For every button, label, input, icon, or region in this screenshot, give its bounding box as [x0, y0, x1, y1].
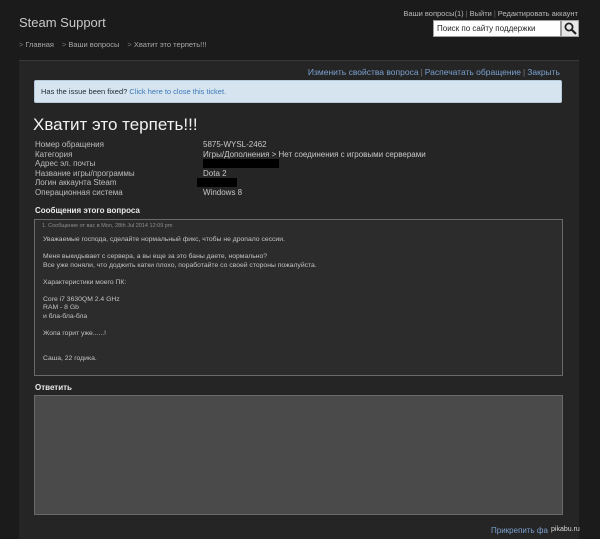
info-label: Логин аккаунта Steam — [35, 178, 117, 187]
close-link[interactable]: Закрыть — [527, 67, 560, 77]
messages-heading: Сообщения этого вопроса — [35, 206, 140, 215]
message-body: Уважаемые господа, сделайте нормальный ф… — [42, 236, 555, 364]
issue-fixed-notice: Has the issue been fixed? Click here to … — [34, 80, 562, 103]
info-row-login: Логин аккаунта Steam — [35, 178, 426, 188]
search-box: Поиск по сайту поддержки — [433, 20, 579, 37]
my-questions-link[interactable]: Ваши вопросы(1) — [403, 9, 463, 18]
watermark: pikabu.ru — [551, 526, 580, 533]
search-icon — [564, 22, 577, 35]
reply-textarea[interactable] — [34, 395, 563, 515]
info-label: Категория — [35, 149, 73, 159]
ticket-os: Windows 8 — [203, 187, 243, 197]
reply-heading: Ответить — [35, 383, 72, 392]
edit-properties-link[interactable]: Изменить свойства вопроса — [308, 67, 419, 77]
search-button[interactable] — [561, 20, 579, 37]
site-title[interactable]: Steam Support — [19, 15, 106, 30]
info-label: Название игры/программы — [35, 168, 135, 178]
message-line: Все уже поняли, что доджить катки плохо,… — [43, 261, 317, 269]
ticket-actions: Изменить свойства вопроса | Распечатать об… — [307, 67, 560, 77]
breadcrumb-label: Главная — [25, 40, 54, 49]
message-line: Саша, 22 годика. — [43, 355, 97, 362]
message-line: Уважаемые господа, сделайте нормальный ф… — [43, 236, 285, 243]
message-line: Core i7 3630QM 2.4 GHz — [43, 295, 120, 303]
message-line: Меня выкидывает с сервера, а вы еще за э… — [43, 253, 268, 260]
top-bar: Steam Support Ваши вопросы(1) | Выйти | Реда… — [0, 0, 600, 60]
message-line: RAM - 8 Gb — [43, 304, 79, 311]
ticket-number: 5875-WYSL-2462 — [203, 140, 267, 149]
ticket-info: Номер обращения 5875-WYSL-2462 Категория… — [35, 140, 426, 197]
info-row-email: Адрес эл. почты — [35, 159, 426, 169]
login-redacted — [197, 178, 237, 188]
ticket-panel: Изменить свойства вопроса | Распечатать об… — [19, 60, 579, 539]
breadcrumb-item-current[interactable]: > Хватит это терпеть!!! — [127, 40, 206, 49]
message-meta: 1. Сообщение от вас в Mon, 28th Jul 2014… — [42, 223, 173, 229]
breadcrumb-item-questions[interactable]: > Ваши вопросы — [62, 40, 119, 49]
message-line: Характеристики моего ПК: — [43, 278, 127, 286]
edit-account-link[interactable]: Редактировать аккаунт — [498, 9, 578, 18]
ticket-game: Dota 2 — [203, 168, 227, 178]
notice-question: Has the issue been fixed? — [41, 87, 128, 96]
message-line: и бла-бла-бла — [43, 312, 88, 320]
message-line: Жопа горит уже......! — [43, 329, 107, 337]
breadcrumb-label: Ваши вопросы — [68, 40, 120, 49]
messages-list[interactable]: 1. Сообщение от вас в Mon, 28th Jul 2014… — [34, 219, 563, 376]
close-ticket-link[interactable]: Click here to close this ticket. — [129, 87, 226, 96]
attach-file-link[interactable]: Прикрепить фа — [491, 526, 548, 535]
print-link[interactable]: Распечатать обращение — [425, 67, 521, 77]
search-input[interactable]: Поиск по сайту поддержки — [433, 20, 561, 37]
info-row-category: Категория Игры/Дополнения > Нет соединен… — [35, 150, 426, 160]
info-row-game: Название игры/программы Dota 2 — [35, 169, 426, 179]
breadcrumb-label: Хватит это терпеть!!! — [133, 40, 207, 49]
account-links: Ваши вопросы(1) | Выйти | Редактировать акка… — [403, 9, 578, 18]
ticket-category: Игры/Дополнения > Нет соединения с игров… — [203, 149, 426, 159]
email-redacted — [203, 159, 279, 169]
breadcrumb: > Главная > Ваши вопросы > Хватит это терпе… — [19, 40, 206, 49]
info-label: Операционная система — [35, 187, 123, 197]
info-row-number: Номер обращения 5875-WYSL-2462 — [35, 140, 426, 150]
info-row-os: Операционная система Windows 8 — [35, 188, 426, 198]
page-title: Хватит это терпеть!!! — [33, 115, 198, 134]
logout-link[interactable]: Выйти — [470, 9, 492, 18]
info-label: Номер обращения — [35, 140, 104, 149]
breadcrumb-item-home[interactable]: > Главная — [19, 40, 54, 49]
info-label: Адрес эл. почты — [35, 159, 96, 168]
